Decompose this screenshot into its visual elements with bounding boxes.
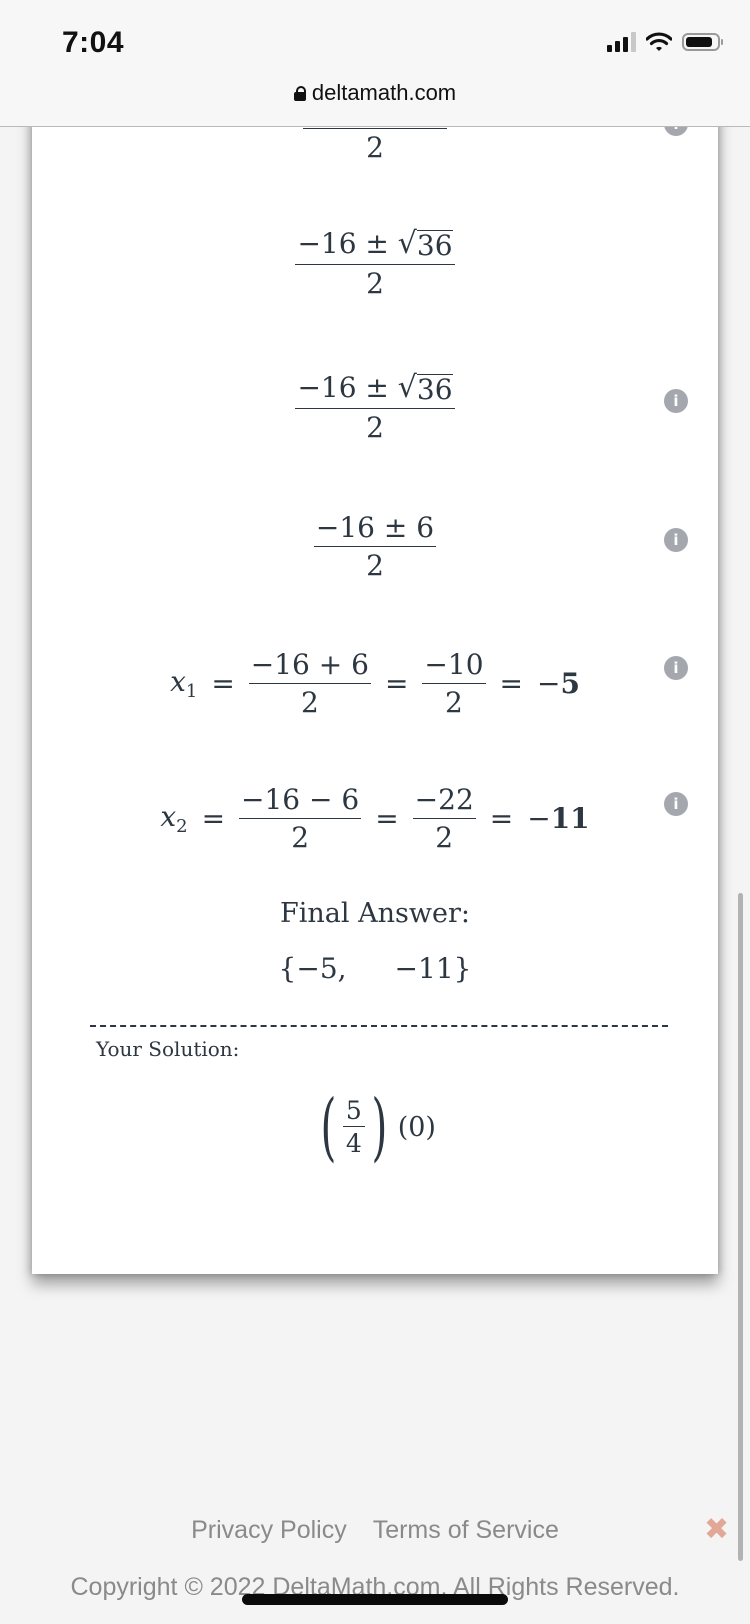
lock-icon (293, 85, 306, 101)
close-icon[interactable]: ✖ (704, 1512, 729, 1547)
numerator: −16 ± √ 36 (295, 226, 455, 265)
root-value: 5 (560, 667, 580, 701)
cellular-signal-icon (607, 32, 636, 52)
final-answer-label: Final Answer: (280, 898, 470, 929)
denominator: 2 (366, 410, 384, 444)
status-bar: 7:04 (0, 0, 750, 70)
final-answer-set: {−5, −11} (278, 952, 472, 985)
dashed-divider (90, 1025, 668, 1027)
fraction: −16 + 6 2 (248, 648, 371, 720)
fraction: −16 ± 6 2 (313, 513, 437, 583)
battery-icon (682, 33, 723, 51)
denominator: 2 (366, 266, 384, 300)
home-indicator[interactable] (242, 1594, 508, 1605)
root-x2-row: x2 = −16 − 6 2 = −22 2 = − 11 (160, 783, 590, 855)
square-root: √ 36 (397, 226, 453, 262)
fraction: 5 4 (342, 1098, 365, 1156)
info-icon[interactable]: i (664, 389, 688, 413)
root-x1-row: x1 = −16 + 6 2 = −10 2 = − 5 (170, 648, 580, 720)
terms-of-service-link[interactable]: Terms of Service (373, 1516, 559, 1545)
fraction: −16 ± √ 36 2 (295, 370, 455, 444)
url-text[interactable]: deltamath.com (312, 80, 456, 106)
fraction: 2 (303, 124, 447, 162)
footer-links: Privacy Policy Terms of Service (0, 1516, 750, 1545)
step-row: 2 (32, 124, 718, 162)
denominator: 2 (366, 549, 384, 583)
privacy-policy-link[interactable]: Privacy Policy (191, 1516, 347, 1545)
status-icons (607, 32, 723, 52)
step-row: −16 ± √ 36 2 (32, 228, 718, 298)
step-row: −16 ± √ 36 2 (32, 372, 718, 442)
fraction: −16 − 6 2 (239, 783, 362, 855)
fraction: −16 ± √ 36 2 (295, 226, 455, 300)
root-value: 11 (550, 802, 590, 836)
browser-url-bar[interactable]: deltamath.com (0, 70, 750, 127)
step-row: −16 ± 6 2 (32, 513, 718, 581)
variable: x1 (170, 665, 198, 703)
square-root: √ 36 (397, 370, 453, 406)
clock-time: 7:04 (62, 26, 125, 59)
fraction: −22 2 (412, 783, 476, 855)
denominator: 2 (366, 131, 384, 164)
numerator: −16 ± √ 36 (295, 370, 455, 409)
numerator: −16 ± 6 (313, 513, 437, 548)
page-scrollbar[interactable] (738, 893, 743, 1561)
fraction: −10 2 (422, 648, 486, 720)
info-icon[interactable]: i (664, 528, 688, 552)
info-icon[interactable]: i (664, 656, 688, 680)
your-solution-expression: ( 5 4 ) (0) (320, 1084, 436, 1170)
wifi-icon (646, 32, 672, 51)
your-solution-label: Your Solution: (96, 1037, 240, 1061)
variable: x2 (160, 800, 188, 838)
info-icon[interactable]: i (664, 792, 688, 816)
solution-card: 2 i −16 ± √36 2 −16 ± √36 2 i −16 ± 6 2 … (32, 100, 718, 1274)
